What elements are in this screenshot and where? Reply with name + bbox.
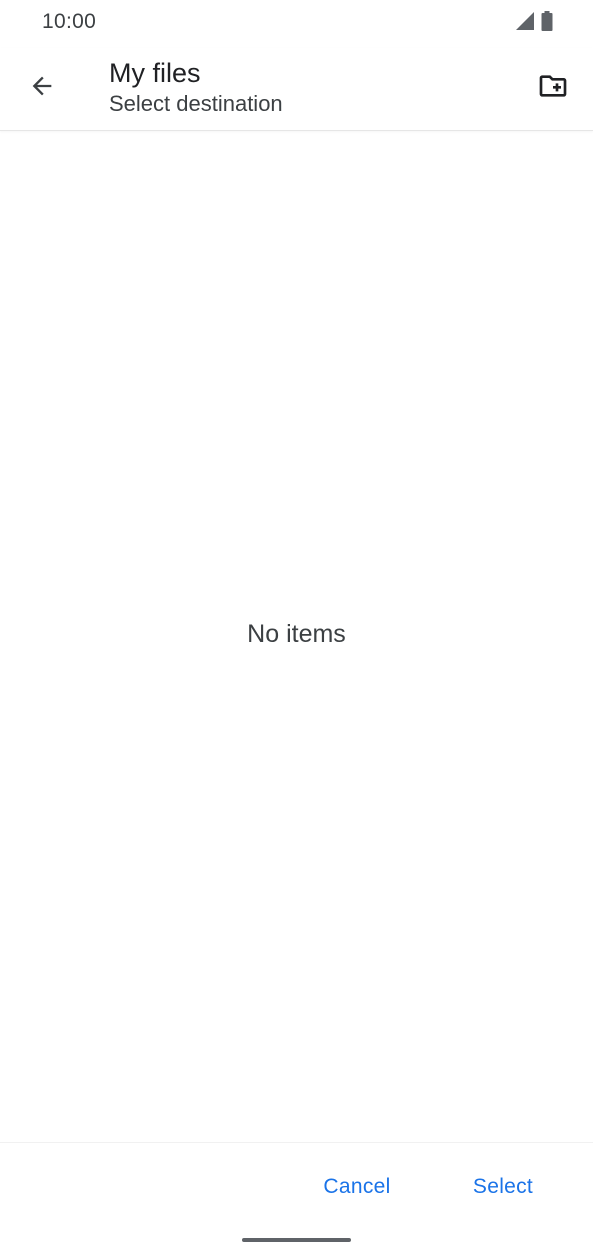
status-icons [515, 10, 553, 36]
status-bar: 10:00 [0, 0, 593, 48]
title-block: My files Select destination [109, 56, 283, 118]
new-folder-button[interactable] [529, 64, 577, 112]
page-subtitle: Select destination [109, 91, 283, 116]
arrow-back-icon [28, 72, 56, 105]
top-app-bar: My files Select destination [0, 48, 593, 131]
back-button[interactable] [18, 64, 66, 112]
create-new-folder-icon [537, 70, 569, 107]
file-picker-screen: 10:00 My files Select destination No ite… [0, 0, 593, 1252]
select-button[interactable]: Select [456, 1163, 550, 1211]
empty-state-message: No items [247, 620, 346, 648]
battery-icon [541, 10, 553, 36]
cellular-signal-icon [515, 11, 535, 36]
cancel-button[interactable]: Cancel [306, 1163, 408, 1211]
gesture-nav-handle[interactable] [242, 1238, 351, 1242]
status-time: 10:00 [42, 10, 97, 33]
page-title: My files [109, 58, 201, 88]
file-list-area[interactable]: No items [0, 131, 593, 1142]
bottom-action-bar: Cancel Select [0, 1142, 593, 1229]
